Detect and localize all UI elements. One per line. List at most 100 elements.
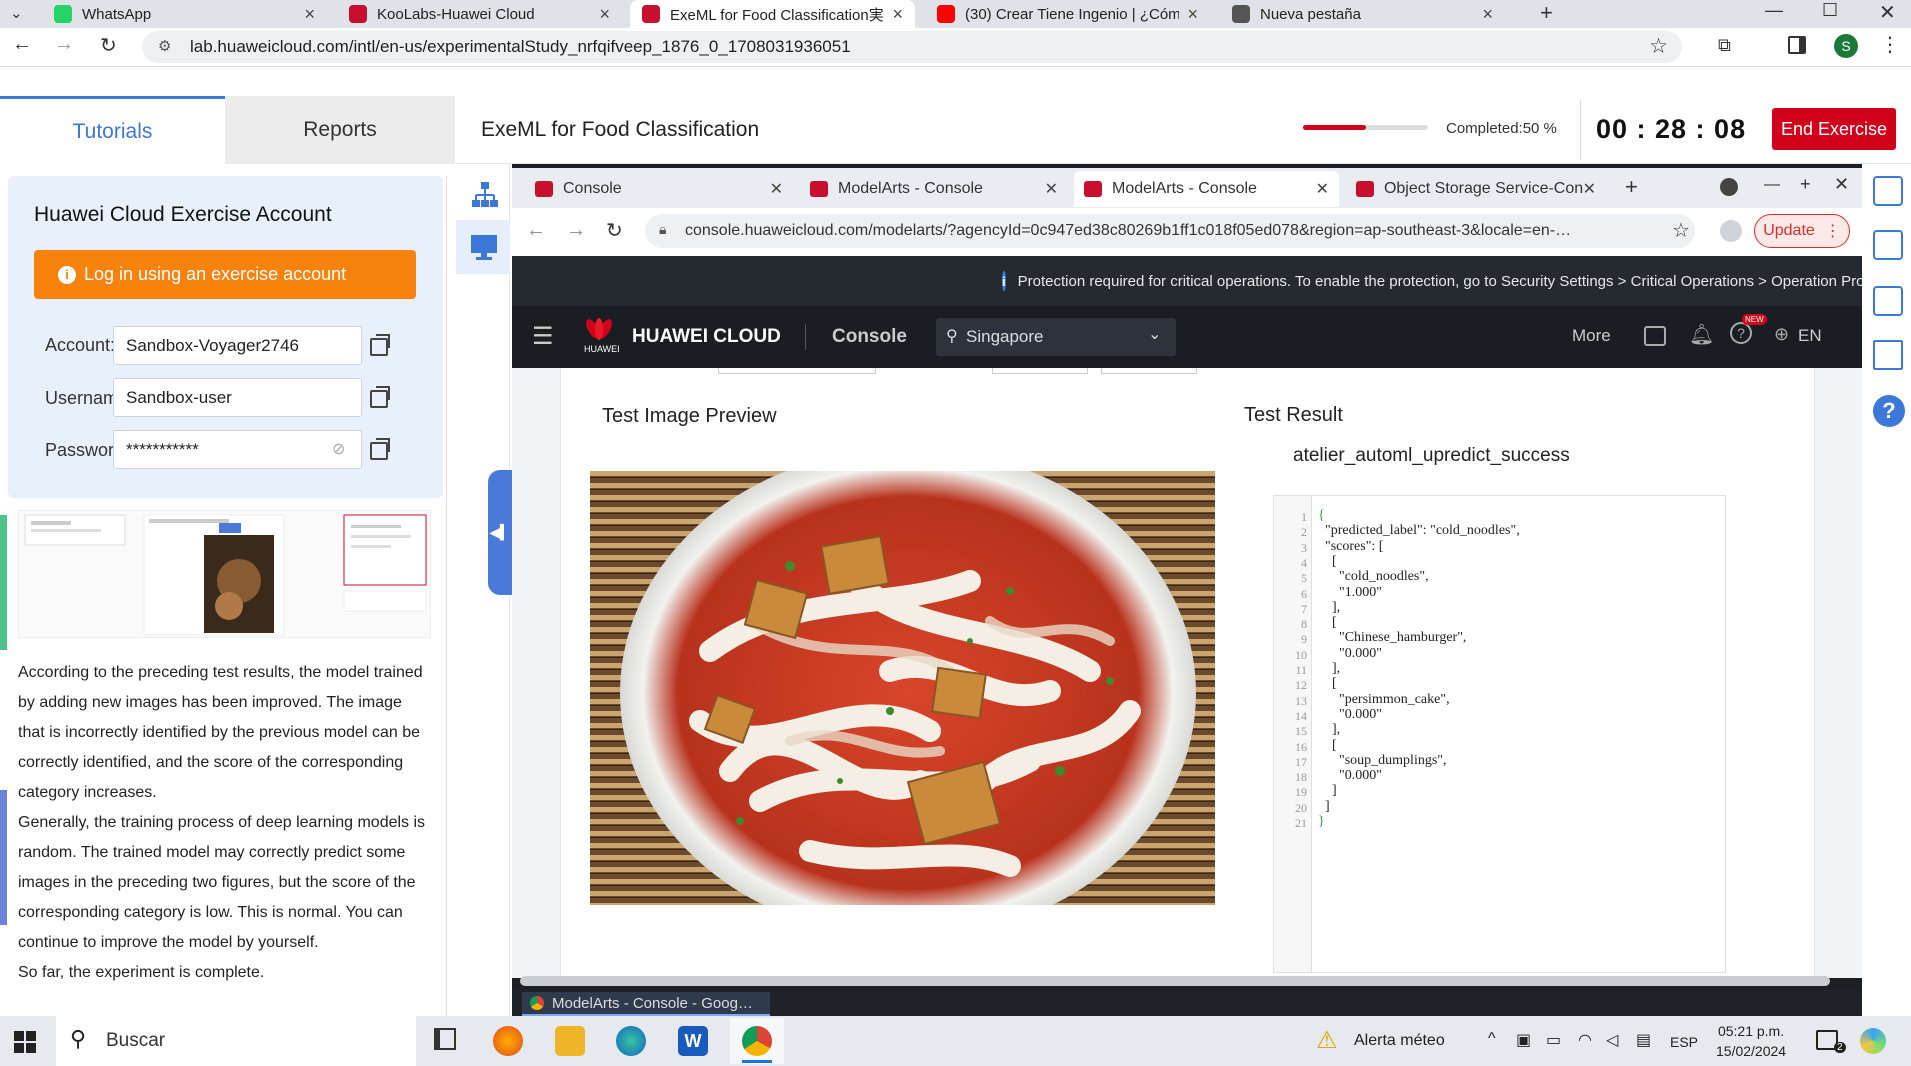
region-selector[interactable]: ⚲ Singapore ⌄ [936, 318, 1176, 356]
vm-close-button[interactable]: ✕ [1834, 174, 1849, 195]
desktop-nav-item[interactable] [456, 220, 510, 274]
vm-tab-search-icon[interactable] [1720, 178, 1738, 196]
browser-tab[interactable]: KooLabs-Huawei Cloud × [337, 0, 622, 28]
vm-forward-icon[interactable]: → [566, 219, 586, 242]
login-exercise-account-button[interactable]: i Log in using an exercise account [34, 250, 416, 299]
vm-maximize-button[interactable]: + [1800, 174, 1811, 195]
word-icon[interactable]: W [678, 1026, 708, 1056]
account-field[interactable]: Sandbox-Voyager2746 [113, 326, 362, 365]
browser-menu-icon[interactable]: ⋮ [1880, 32, 1900, 57]
window-close-button[interactable]: ✕ [1879, 0, 1896, 25]
tab-close-icon[interactable]: × [304, 4, 315, 25]
hide-password-icon[interactable]: ⊘ [332, 439, 345, 459]
collapse-panel-handle[interactable]: ◀▍ [488, 470, 512, 595]
copy-account-icon[interactable] [370, 334, 390, 356]
vm-browser-tab[interactable]: ModelArts - Console ✕ [1074, 171, 1339, 207]
firefox-icon[interactable] [493, 1026, 523, 1056]
back-arrow-icon[interactable]: ← [12, 33, 32, 56]
vm-tab-close-icon[interactable]: ✕ [1045, 179, 1058, 199]
taskbar-search[interactable]: ⚲ Buscar [56, 1016, 416, 1066]
tray-chevron-icon[interactable]: ^ [1488, 1030, 1496, 1048]
chart-icon[interactable] [1873, 286, 1903, 316]
copilot-icon[interactable] [1860, 1028, 1886, 1054]
tab-close-icon[interactable]: × [1482, 4, 1493, 25]
vm-reload-icon[interactable]: ↻ [606, 218, 623, 243]
progress-bar [1303, 125, 1428, 130]
topology-icon[interactable] [470, 180, 500, 210]
tab-reports[interactable]: Reports [225, 96, 455, 164]
huawei-cloud-brand[interactable]: HUAWEI CLOUD [632, 326, 781, 348]
tab-close-icon[interactable]: × [599, 4, 610, 25]
network-icon[interactable]: ▤ [1636, 1030, 1651, 1050]
bookmark-star-icon[interactable]: ☆ [1649, 34, 1668, 59]
vm-profile-icon[interactable] [1720, 220, 1742, 242]
horizontal-scrollbar[interactable] [520, 976, 1830, 986]
vm-browser-tab[interactable]: Object Storage Service-Con ✕ [1346, 171, 1606, 207]
url-field[interactable]: ⚙ lab.huaweicloud.com/intl/en-us/experim… [142, 31, 1682, 63]
weather-alert-text[interactable]: Alerta méteo [1354, 1032, 1445, 1050]
tab-close-icon[interactable]: × [1187, 4, 1198, 25]
site-info-icon[interactable]: ⚙ [158, 37, 171, 55]
weather-alert-icon[interactable]: ⚠ [1316, 1026, 1338, 1055]
maximize-button[interactable]: ☐ [1822, 0, 1838, 21]
reload-icon[interactable]: ↻ [100, 33, 117, 58]
vm-new-tab-button[interactable]: + [1625, 174, 1638, 200]
tab-tutorials[interactable]: Tutorials [0, 96, 225, 164]
console-link[interactable]: Console [832, 326, 907, 348]
username-field[interactable]: Sandbox-user [113, 378, 362, 417]
help-circle-icon[interactable]: ? [1873, 395, 1905, 427]
forward-arrow-icon[interactable]: → [54, 33, 74, 56]
terminal-icon[interactable] [1644, 326, 1666, 346]
file-explorer-icon[interactable] [555, 1026, 585, 1056]
chrome-icon [530, 996, 544, 1010]
battery-icon[interactable]: ▭ [1546, 1030, 1561, 1050]
hamburger-menu-icon[interactable]: ☰ [532, 322, 554, 351]
vm-tab-close-icon[interactable]: ✕ [1316, 179, 1329, 199]
vm-minimize-button[interactable]: — [1764, 176, 1780, 194]
password-field[interactable]: *********** ⊘ [113, 430, 362, 469]
copy-password-icon[interactable] [370, 438, 390, 460]
vm-url-field[interactable]: 🔒︎ console.huaweicloud.com/modelarts/?ag… [645, 214, 1695, 248]
taskbar-clock[interactable]: 05:21 p.m. 15/02/2024 [1716, 1021, 1786, 1061]
language-selector[interactable]: EN [1798, 326, 1822, 346]
vm-taskbar-chrome-item[interactable]: ModelArts - Console - Goog… [522, 992, 770, 1016]
fullscreen-icon[interactable] [1873, 176, 1903, 206]
browser-update-button[interactable]: Update ⋮ [1754, 214, 1850, 248]
globe-icon[interactable]: ⊕ [1774, 324, 1789, 345]
browser-tab[interactable]: ExeML for Food Classification実 × [630, 0, 915, 28]
browser-tab[interactable]: Nueva pestaña × [1220, 0, 1505, 28]
vm-bookmark-star-icon[interactable]: ☆ [1672, 218, 1690, 243]
json-result-viewer[interactable]: 1 2 3 4 5 6 7 8 9 10 11 12 13 14 15 16 17 18 19 20 21 { "pre… [1273, 495, 1726, 973]
add-window-icon[interactable] [1873, 230, 1903, 260]
extensions-icon[interactable]: ⧉ [1718, 35, 1731, 56]
profile-avatar[interactable]: S [1834, 34, 1858, 58]
browser-tab[interactable]: WhatsApp × [42, 0, 327, 28]
wifi-icon[interactable]: ◠ [1578, 1030, 1592, 1050]
vm-back-icon[interactable]: ← [526, 219, 546, 242]
edge-icon[interactable] [616, 1026, 646, 1056]
side-panel-icon[interactable] [1788, 36, 1806, 54]
end-exercise-button[interactable]: End Exercise [1772, 108, 1896, 150]
copy-username-icon[interactable] [370, 386, 390, 408]
chrome-taskbar-icon[interactable] [742, 1026, 772, 1056]
tab-close-icon[interactable]: × [892, 4, 903, 25]
task-view-icon[interactable] [434, 1028, 456, 1050]
vm-browser-tab[interactable]: ModelArts - Console ✕ [800, 171, 1068, 207]
vm-tab-close-icon[interactable]: ✕ [1583, 179, 1596, 199]
more-menu[interactable]: More [1572, 326, 1611, 346]
volume-icon[interactable]: ◁ [1606, 1030, 1618, 1050]
display-icon[interactable] [1873, 340, 1903, 370]
help-icon[interactable]: ? [1730, 322, 1752, 344]
meet-now-icon[interactable]: ▣ [1516, 1030, 1531, 1050]
notification-bell-icon[interactable]: 🔔︎ [1689, 322, 1714, 347]
vm-tab-close-icon[interactable]: ✕ [770, 179, 783, 199]
minimize-button[interactable]: — [1765, 0, 1783, 21]
huawei-logo-icon[interactable] [582, 316, 616, 342]
vm-browser-tab[interactable]: Console ✕ [525, 171, 793, 207]
input-language[interactable]: ESP [1670, 1034, 1698, 1050]
browser-tab[interactable]: (30) Crear Tiene Ingenio | ¿Cóm × [925, 0, 1210, 28]
new-tab-button[interactable]: + [1540, 0, 1553, 26]
tutorial-scrollbar[interactable] [446, 176, 447, 1016]
windows-start-icon[interactable] [14, 1031, 36, 1053]
tab-search-dropdown-icon[interactable]: ⌄ [10, 4, 23, 22]
